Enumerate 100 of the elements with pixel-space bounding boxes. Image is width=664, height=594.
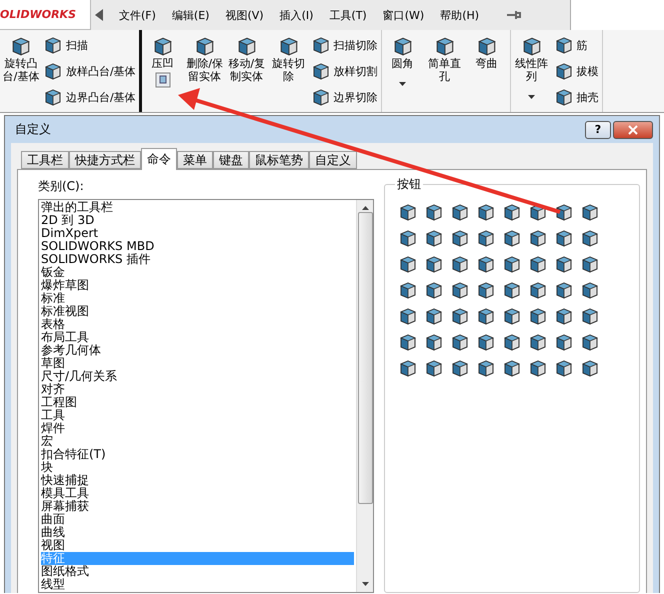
list-item[interactable]: 图纸格式 bbox=[41, 565, 354, 578]
ribbon-button[interactable]: 边界凸台/基体 bbox=[43, 85, 136, 109]
cube-icon bbox=[520, 35, 543, 57]
ribbon-button[interactable]: 放样凸台/基体 bbox=[43, 59, 136, 83]
tab[interactable]: 鼠标笔势 bbox=[249, 151, 309, 169]
cube-icon bbox=[310, 35, 331, 55]
cube-icon bbox=[434, 35, 456, 57]
ribbon-button[interactable]: 移动/复制实体 bbox=[226, 33, 267, 85]
command-icon bbox=[476, 228, 496, 248]
command-icon bbox=[554, 306, 574, 326]
list-item[interactable]: 曲面 bbox=[41, 513, 354, 526]
list-item[interactable]: 快速捕捉 bbox=[41, 474, 354, 487]
list-item[interactable]: SOLIDWORKS 插件 bbox=[41, 253, 354, 266]
ribbon-button[interactable]: 弯曲 bbox=[466, 33, 507, 72]
cube-icon bbox=[10, 35, 32, 57]
command-icon bbox=[502, 228, 522, 248]
command-icon bbox=[528, 332, 548, 352]
tab[interactable]: 键盘 bbox=[213, 151, 249, 169]
cube-icon bbox=[554, 35, 574, 55]
help-button[interactable]: ? bbox=[585, 120, 611, 138]
tab[interactable]: 工具栏 bbox=[21, 151, 69, 169]
list-item[interactable]: 对齐 bbox=[41, 383, 354, 396]
ribbon-button[interactable]: 筋 bbox=[554, 33, 599, 57]
command-icon bbox=[424, 306, 444, 326]
category-label: 类别(C): bbox=[38, 178, 85, 195]
ribbon-button[interactable]: 圆角 bbox=[382, 33, 423, 91]
ribbon-button[interactable]: 删除/保留实体 bbox=[184, 33, 225, 85]
left-arrow-icon[interactable] bbox=[95, 9, 103, 21]
list-item[interactable]: 视图 bbox=[41, 539, 354, 552]
list-item[interactable]: 钣金 bbox=[41, 266, 354, 279]
tab[interactable]: 快捷方式栏 bbox=[69, 151, 141, 169]
ribbon-button[interactable]: 旋转凸台/基体 bbox=[1, 33, 41, 85]
list-item[interactable]: 焊件 bbox=[41, 422, 354, 435]
close-icon bbox=[628, 124, 638, 134]
ribbon-button[interactable]: 简单直孔 bbox=[424, 33, 465, 85]
menu-item[interactable]: 文件(F) bbox=[111, 8, 164, 22]
command-icon bbox=[502, 358, 522, 378]
cube-icon bbox=[43, 87, 63, 107]
list-item[interactable]: 扣合特征(T) bbox=[41, 448, 354, 461]
command-icon bbox=[450, 332, 470, 352]
menu-item[interactable]: 工具(T) bbox=[321, 8, 375, 22]
menu-item[interactable]: 插入(I) bbox=[272, 8, 322, 22]
list-item[interactable]: 布局工具 bbox=[41, 331, 354, 344]
list-item[interactable]: 弹出的工具栏 bbox=[41, 201, 354, 214]
ribbon-button[interactable]: 旋转切除 bbox=[268, 33, 309, 85]
panel-icon[interactable] bbox=[154, 72, 171, 88]
list-item[interactable]: 2D 到 3D bbox=[41, 214, 354, 227]
menu-item[interactable]: 编辑(E) bbox=[164, 8, 218, 22]
list-item[interactable]: 线型 bbox=[41, 578, 354, 591]
list-item[interactable]: DimXpert bbox=[41, 227, 354, 240]
ribbon-button[interactable]: 边界切除 bbox=[310, 85, 378, 109]
ribbon-button[interactable]: 拔模 bbox=[554, 59, 599, 83]
command-icon bbox=[476, 280, 496, 300]
command-icon bbox=[554, 332, 574, 352]
menu-item[interactable]: 窗口(W) bbox=[374, 8, 432, 22]
list-item[interactable]: 表格 bbox=[41, 318, 354, 331]
list-item[interactable]: SOLIDWORKS MBD bbox=[41, 240, 354, 253]
command-icon bbox=[580, 358, 600, 378]
scroll-up-icon[interactable] bbox=[362, 206, 368, 210]
command-icon bbox=[476, 332, 496, 352]
command-icon bbox=[554, 228, 574, 248]
command-icon bbox=[424, 358, 444, 378]
list-item[interactable]: 标准 bbox=[41, 292, 354, 305]
command-icon bbox=[476, 358, 496, 378]
command-icon bbox=[580, 202, 600, 222]
list-item[interactable]: 参考几何体 bbox=[41, 344, 354, 357]
ribbon-button[interactable]: 线性阵列 bbox=[512, 33, 552, 104]
ribbon-button[interactable]: 扫描 bbox=[43, 33, 136, 57]
list-item[interactable]: 标准视图 bbox=[41, 305, 354, 318]
command-icon bbox=[424, 332, 444, 352]
menu-item[interactable]: 视图(V) bbox=[217, 8, 272, 22]
list-item[interactable]: 块 bbox=[41, 461, 354, 474]
tab[interactable]: 命令 bbox=[141, 148, 177, 170]
scrollbar[interactable] bbox=[356, 200, 373, 592]
menu-item[interactable]: 帮助(H) bbox=[432, 8, 488, 22]
command-icon bbox=[450, 254, 470, 274]
command-icon bbox=[580, 306, 600, 326]
list-item[interactable]: 模具工具 bbox=[41, 487, 354, 500]
command-icon bbox=[398, 254, 418, 274]
cube-icon bbox=[554, 87, 574, 107]
list-item[interactable]: 尺寸/几何关系 bbox=[41, 370, 354, 383]
scroll-down-icon[interactable] bbox=[362, 582, 368, 586]
list-item[interactable]: 草图 bbox=[41, 357, 354, 370]
close-button[interactable] bbox=[613, 120, 653, 138]
list-item[interactable]: 爆炸草图 bbox=[41, 279, 354, 292]
ribbon-button[interactable]: 抽壳 bbox=[554, 85, 599, 109]
tab[interactable]: 自定义 bbox=[309, 151, 357, 169]
category-list[interactable]: 弹出的工具栏 2D 到 3D DimXpert SOLIDWORKS MBD SOLIDWORKS 插件 钣金 爆炸草图 标准 标准视图 表格 布局工具 参考几何体 草图 尺寸/几何关系 对齐 工程图 工具 焊件 宏 扣合特征(T) 块 快速捕捉 模具工具 屏幕捕获 曲面 曲线 视图 特征 图纸格式 线型 bbox=[38, 199, 374, 593]
command-icon bbox=[554, 254, 574, 274]
command-icon bbox=[502, 332, 522, 352]
list-item[interactable]: 工具 bbox=[41, 409, 354, 422]
list-item[interactable]: 宏 bbox=[41, 435, 354, 448]
tab[interactable]: 菜单 bbox=[177, 151, 213, 169]
ribbon-button[interactable]: 扫描切除 bbox=[310, 33, 378, 57]
pin-icon[interactable] bbox=[507, 10, 522, 20]
list-item[interactable]: 曲线 bbox=[41, 526, 354, 539]
ribbon-button[interactable]: 压凹 bbox=[142, 33, 183, 72]
ribbon-button[interactable]: 放样切割 bbox=[310, 59, 378, 83]
list-item[interactable]: 工程图 bbox=[41, 396, 354, 409]
list-item[interactable]: 屏幕捕获 bbox=[41, 500, 354, 513]
